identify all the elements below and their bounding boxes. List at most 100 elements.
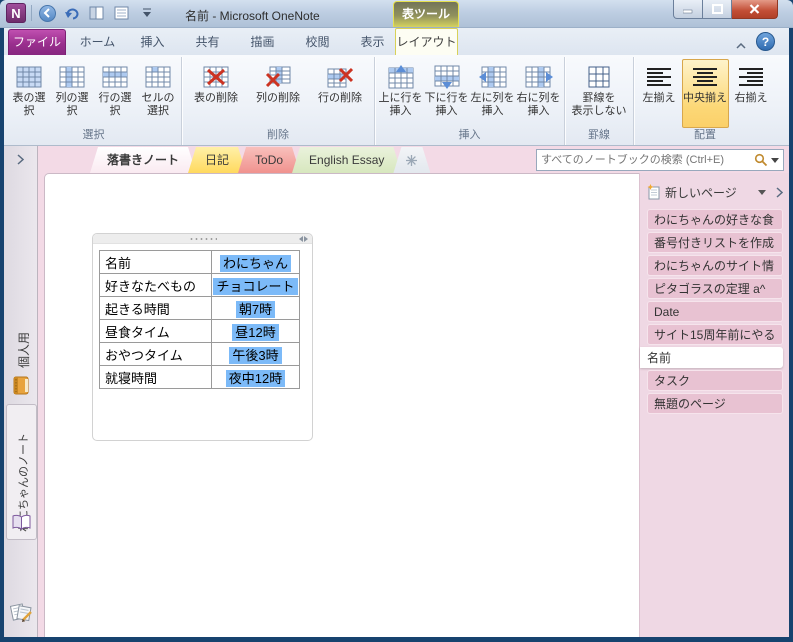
select-cell-icon	[145, 62, 171, 92]
delete-rows-button[interactable]: 行の削除	[309, 59, 371, 128]
table-cell-value[interactable]: 夜中12時	[211, 365, 300, 389]
notebook-icon[interactable]	[12, 376, 31, 395]
button-label: 右に列を 挿入	[516, 92, 561, 117]
new-page-dropdown-icon[interactable]	[758, 189, 766, 195]
chevron-down-icon	[143, 8, 151, 17]
onenote-logo-icon[interactable]: N	[6, 3, 26, 23]
selected-text: 昼12時	[232, 323, 279, 341]
dock-to-desktop-icon	[89, 6, 104, 20]
minimize-button[interactable]	[673, 0, 703, 19]
table-cell-value[interactable]: 昼12時	[211, 319, 300, 343]
new-section-tab[interactable]	[393, 147, 430, 173]
align-center-icon	[692, 62, 718, 92]
table-cell-value[interactable]: 朝7時	[211, 296, 300, 320]
page-tab[interactable]: わにちゃんのサイト情	[647, 255, 783, 276]
section-tab-todo[interactable]: ToDo	[238, 147, 300, 173]
content-area: 個人用 わにちゃんのノート 落書きノート 日記 ToDo English Ess…	[4, 146, 789, 637]
table-row: 起きる時間 朝7時	[99, 296, 300, 320]
tab-layout-active[interactable]: レイアウト	[395, 28, 458, 55]
page-canvas[interactable]: 名前 わにちゃん 好きなたべもの チョコレート 起きる時間 朝7時 昼食タイム …	[44, 173, 639, 637]
page-tab[interactable]: サイト15周年前にやる	[647, 324, 783, 345]
table-cell-label[interactable]: 名前	[99, 250, 212, 274]
search-scope-dropdown-icon[interactable]	[771, 157, 779, 163]
maximize-button[interactable]	[703, 0, 732, 19]
collapse-ribbon-button[interactable]	[736, 38, 746, 52]
delete-table-icon	[203, 62, 229, 92]
selected-text: 午後3時	[229, 346, 282, 364]
page-tab[interactable]: わにちゃんの好きな食	[647, 209, 783, 230]
search-input[interactable]	[541, 154, 751, 166]
page-tab-active[interactable]: 名前	[640, 347, 783, 368]
tab-view[interactable]: 表示	[345, 29, 400, 55]
tab-share[interactable]: 共有	[180, 29, 235, 55]
tab-review[interactable]: 校閲	[290, 29, 345, 55]
table-tools-contextual-header: 表ツール	[393, 1, 459, 27]
section-tab-english-essay[interactable]: English Essay	[292, 147, 401, 173]
page-tab[interactable]: ピタゴラスの定理 a^	[647, 278, 783, 299]
section-tab-rakugaki[interactable]: 落書きノート	[90, 147, 196, 173]
insert-column-right-button[interactable]: 右に列を 挿入	[516, 59, 562, 128]
resize-handle-icon[interactable]	[299, 236, 308, 242]
new-page-button[interactable]: 新しいページ	[640, 179, 789, 205]
align-right-button[interactable]: 右揃え	[729, 59, 774, 128]
back-icon	[38, 4, 56, 22]
expand-sidebar-icon[interactable]	[776, 186, 783, 198]
select-columns-icon	[59, 62, 85, 92]
full-page-view-button[interactable]	[112, 3, 132, 23]
insert-row-below-button[interactable]: 下に行を 挿入	[424, 59, 470, 128]
unfiled-notes-icon[interactable]	[10, 601, 33, 623]
table-row: 昼食タイム 昼12時	[99, 319, 300, 343]
undo-button[interactable]	[62, 3, 82, 23]
table-cell-label[interactable]: 好きなたべもの	[99, 273, 212, 297]
back-button[interactable]	[37, 3, 57, 23]
table-cell-label[interactable]: 就寝時間	[99, 365, 212, 389]
ribbon-layout: 表の選択 列の選択 行の選択 セルの 選択 選択 表の削除 列の削除 行の削除 …	[4, 55, 789, 146]
table-cell-value[interactable]: チョコレート	[211, 273, 300, 297]
delete-table-button[interactable]: 表の削除	[185, 59, 247, 128]
close-button[interactable]	[732, 0, 778, 19]
quick-access-toolbar: N	[6, 3, 157, 23]
button-label: 行の削除	[318, 92, 362, 104]
ribbon-tab-row: ファイル ホーム 挿入 共有 描画 校閲 表示 レイアウト ?	[4, 28, 789, 55]
search-icon[interactable]	[754, 153, 768, 167]
button-label: 左に列を 挿入	[470, 92, 515, 117]
expand-navbar-icon[interactable]	[17, 154, 24, 165]
align-left-button[interactable]: 左揃え	[637, 59, 682, 128]
align-center-button[interactable]: 中央揃え	[681, 59, 729, 128]
table-cell-label[interactable]: 昼食タイム	[99, 319, 212, 343]
page-tab[interactable]: タスク	[647, 370, 783, 391]
insert-row-above-icon	[388, 62, 414, 92]
table-cell-label[interactable]: 起きる時間	[99, 296, 212, 320]
help-button[interactable]: ?	[756, 32, 775, 51]
select-cell-button[interactable]: セルの 選択	[137, 59, 180, 128]
page-tab[interactable]: 番号付きリストを作成	[647, 232, 783, 253]
page-tab[interactable]: 無題のページ	[647, 393, 783, 414]
table-cell-value[interactable]: 午後3時	[211, 342, 300, 366]
insert-column-left-button[interactable]: 左に列を 挿入	[470, 59, 516, 128]
section-tab-nikki[interactable]: 日記	[188, 147, 246, 173]
insert-row-above-button[interactable]: 上に行を 挿入	[378, 59, 424, 128]
select-table-button[interactable]: 表の選択	[8, 59, 51, 128]
customize-qat-button[interactable]	[137, 3, 157, 23]
button-label: 行の選択	[98, 92, 132, 117]
select-columns-button[interactable]: 列の選択	[51, 59, 94, 128]
new-page-icon	[647, 184, 660, 200]
tab-file[interactable]: ファイル	[8, 29, 66, 55]
ribbon-tabs: ホーム 挿入 共有 描画 校閲 表示	[70, 29, 400, 55]
page-tab[interactable]: Date	[647, 301, 783, 322]
ribbon-group-insert: 上に行を 挿入 下に行を 挿入 左に列を 挿入 右に列を 挿入 挿入	[375, 57, 565, 145]
dock-to-desktop-button[interactable]	[87, 3, 107, 23]
table-cell-label[interactable]: おやつタイム	[99, 342, 212, 366]
tab-home[interactable]: ホーム	[70, 29, 125, 55]
delete-columns-button[interactable]: 列の削除	[247, 59, 309, 128]
note-container-header[interactable]	[93, 234, 312, 244]
table-cell-value[interactable]: わにちゃん	[211, 250, 300, 274]
note-container: 名前 わにちゃん 好きなたべもの チョコレート 起きる時間 朝7時 昼食タイム …	[92, 233, 313, 441]
tab-draw[interactable]: 描画	[235, 29, 290, 55]
minimize-icon	[683, 9, 693, 13]
tab-insert[interactable]: 挿入	[125, 29, 180, 55]
selected-text: わにちゃん	[219, 254, 291, 272]
hide-borders-button[interactable]: 罫線を 表示しない	[566, 59, 632, 128]
notebook-personal[interactable]: 個人用	[15, 332, 32, 368]
select-rows-button[interactable]: 行の選択	[94, 59, 137, 128]
